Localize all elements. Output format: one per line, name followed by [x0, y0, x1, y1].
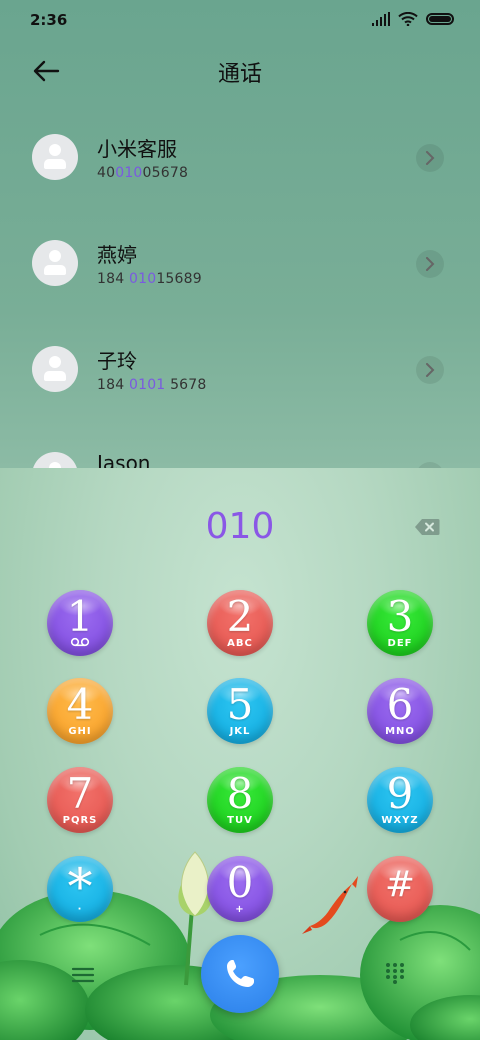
- status-time: 2:36: [30, 11, 68, 29]
- page-title: 通话: [217, 62, 262, 87]
- dial-key-star[interactable]: * ·: [47, 856, 113, 922]
- contact-detail-button[interactable]: [416, 250, 444, 278]
- chevron-right-icon: [426, 363, 435, 377]
- status-bar: 2:36: [0, 0, 480, 40]
- dial-key-2[interactable]: 2 ABC: [207, 590, 273, 656]
- dial-key-6[interactable]: 6 MNO: [367, 678, 433, 744]
- contact-name: 小米客服: [97, 137, 177, 161]
- match-highlight: 0101: [128, 377, 166, 393]
- dial-key-1[interactable]: 1: [47, 590, 113, 656]
- dialpad-toggle-button[interactable]: [384, 962, 406, 984]
- dial-key-8[interactable]: 8 TUV: [207, 767, 273, 833]
- match-highlight: 010: [128, 271, 157, 287]
- dial-key-hash[interactable]: #: [367, 856, 433, 922]
- match-highlight: 010: [115, 165, 143, 181]
- avatar: [32, 134, 78, 180]
- contact-number: 184 01015689: [97, 271, 202, 287]
- call-button[interactable]: [201, 935, 279, 1013]
- dial-key-0[interactable]: 0 +: [207, 856, 273, 922]
- dial-key-9[interactable]: 9 WXYZ: [367, 767, 433, 833]
- contact-number: 184 0101 5678: [97, 377, 207, 393]
- contact-name: Jason: [97, 451, 151, 469]
- signal-icon: [372, 12, 390, 26]
- contact-name: 燕婷: [97, 243, 137, 267]
- status-icons: [372, 12, 454, 26]
- contact-item[interactable]: Jason: [0, 423, 480, 469]
- contact-name: 子玲: [97, 349, 137, 373]
- phone-icon: [227, 960, 254, 987]
- dial-key-4[interactable]: 4 GHI: [47, 678, 113, 744]
- contact-number: 4001005678: [97, 165, 189, 181]
- dial-key-5[interactable]: 5 JKL: [207, 678, 273, 744]
- contact-list: 小米客服 4001005678 燕婷 184 01015689 子玲 184 0…: [0, 105, 480, 469]
- dial-key-7[interactable]: 7 PQRS: [47, 767, 113, 833]
- contact-detail-button[interactable]: [416, 356, 444, 384]
- menu-icon: [71, 967, 95, 983]
- avatar: [32, 240, 78, 286]
- dialpad-icon: [386, 963, 404, 984]
- dial-number-display[interactable]: 010: [0, 506, 480, 547]
- voicemail-icon: [70, 637, 90, 647]
- contact-item[interactable]: 燕婷 184 01015689: [0, 211, 480, 317]
- delete-button[interactable]: [414, 518, 440, 536]
- battery-icon: [426, 13, 454, 25]
- backspace-icon: [415, 519, 440, 535]
- header: 通话: [0, 48, 480, 92]
- contact-item[interactable]: 子玲 184 0101 5678: [0, 317, 480, 423]
- avatar: [32, 452, 78, 469]
- contact-item[interactable]: 小米客服 4001005678: [0, 105, 480, 211]
- menu-button[interactable]: [70, 964, 96, 986]
- contact-detail-button[interactable]: [416, 144, 444, 172]
- chevron-right-icon: [426, 151, 435, 165]
- dial-key-3[interactable]: 3 DEF: [367, 590, 433, 656]
- avatar: [32, 346, 78, 392]
- wifi-icon: [398, 12, 418, 26]
- chevron-right-icon: [426, 257, 435, 271]
